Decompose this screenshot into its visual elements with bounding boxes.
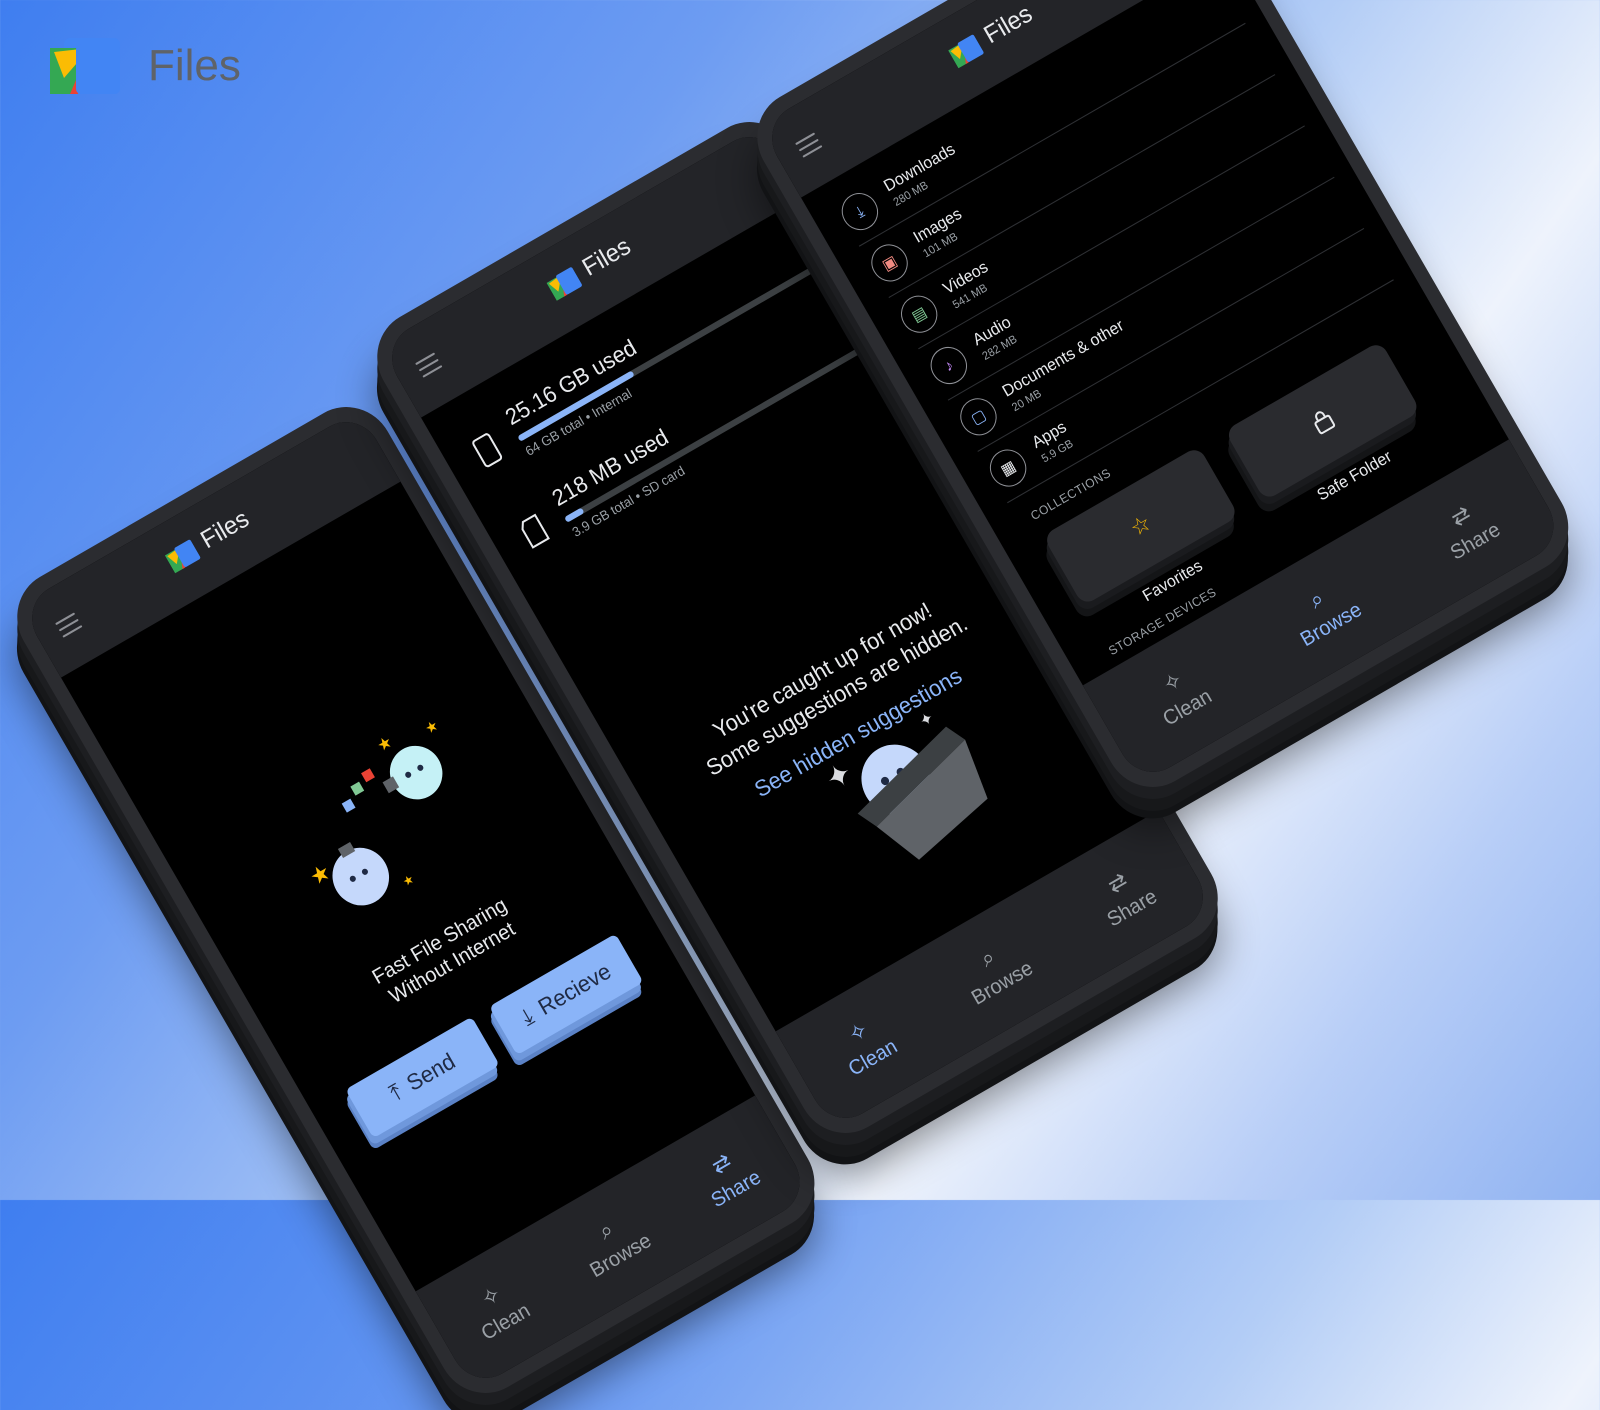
svg-text:★: ★ — [400, 872, 416, 890]
brand-title: Files — [148, 41, 241, 90]
nav-browse-label: Browse — [1296, 597, 1366, 651]
browse-icon: ⌕ — [975, 942, 1000, 972]
nav-browse[interactable]: ⌕ Browse — [571, 1204, 655, 1283]
video-icon: ▤ — [894, 289, 945, 340]
files-logo-icon — [546, 267, 582, 301]
sparkle-icon: ✧ — [476, 1280, 506, 1312]
nav-clean[interactable]: ✧ Clean — [830, 1009, 902, 1081]
app-title: Files — [195, 504, 254, 555]
brand-header: Files — [50, 38, 241, 94]
swap-icon: ⇄ — [1102, 866, 1132, 899]
app-bar: Files — [19, 409, 401, 678]
nav-browse[interactable]: ⌕ Browse — [1282, 573, 1366, 652]
apps-icon: ▦ — [983, 442, 1034, 494]
upload-icon: ⤒ — [384, 1078, 407, 1106]
svg-text:★: ★ — [423, 717, 442, 737]
download-icon: ⤓ — [516, 1002, 538, 1031]
browse-icon: ⌕ — [593, 1215, 618, 1245]
nav-share[interactable]: ⇄ Share — [1432, 493, 1505, 566]
trash-bin-illustration-icon: ✦ ✦ — [820, 709, 988, 860]
send-label: Send — [402, 1047, 460, 1097]
nav-clean[interactable]: ✧ Clean — [1144, 659, 1216, 731]
svg-text:★: ★ — [305, 858, 335, 890]
svg-text:✦: ✦ — [916, 709, 937, 732]
app-title: Files — [577, 232, 636, 282]
image-icon: ▣ — [864, 237, 915, 289]
files-logo-icon — [50, 38, 120, 94]
swap-icon: ⇄ — [1445, 499, 1475, 532]
download-icon: ⤓ — [834, 186, 885, 237]
favorites-card[interactable]: ☆ — [1042, 445, 1240, 606]
receive-button[interactable]: ⤓ Recieve — [489, 933, 644, 1056]
files-logo-icon — [947, 34, 984, 69]
browse-icon: ⌕ — [1304, 584, 1329, 614]
nav-browse-label: Browse — [585, 1228, 656, 1282]
bottom-nav: ✧ Clean ⌕ Browse ⇄ Share — [775, 810, 1216, 1131]
safe-folder-card[interactable] — [1224, 340, 1421, 501]
svg-text:✦: ✦ — [820, 755, 859, 798]
star-icon: ☆ — [1125, 509, 1156, 542]
receive-label: Recieve — [533, 957, 616, 1021]
bottom-nav: ✧ Clean ⌕ Browse ⇄ Share — [415, 1095, 813, 1391]
files-logo-icon — [164, 539, 201, 574]
sparkle-icon: ✧ — [843, 1016, 873, 1048]
phone-icon — [472, 433, 503, 468]
send-button[interactable]: ⤒ Send — [345, 1016, 500, 1139]
document-icon: ▢ — [953, 391, 1004, 442]
swap-icon: ⇄ — [706, 1147, 736, 1179]
nav-share[interactable]: ⇄ Share — [693, 1140, 766, 1213]
nav-browse[interactable]: ⌕ Browse — [953, 931, 1037, 1010]
nav-clean[interactable]: ✧ Clean — [463, 1274, 535, 1346]
nav-browse-label: Browse — [967, 956, 1037, 1010]
nav-share[interactable]: ⇄ Share — [1089, 859, 1162, 932]
svg-text:★: ★ — [374, 732, 396, 755]
audio-icon: ♪ — [923, 340, 974, 391]
app-title: Files — [979, 0, 1038, 50]
sparkle-icon: ✧ — [1157, 665, 1187, 698]
lock-icon — [1314, 411, 1336, 435]
sd-card-icon — [521, 513, 550, 549]
